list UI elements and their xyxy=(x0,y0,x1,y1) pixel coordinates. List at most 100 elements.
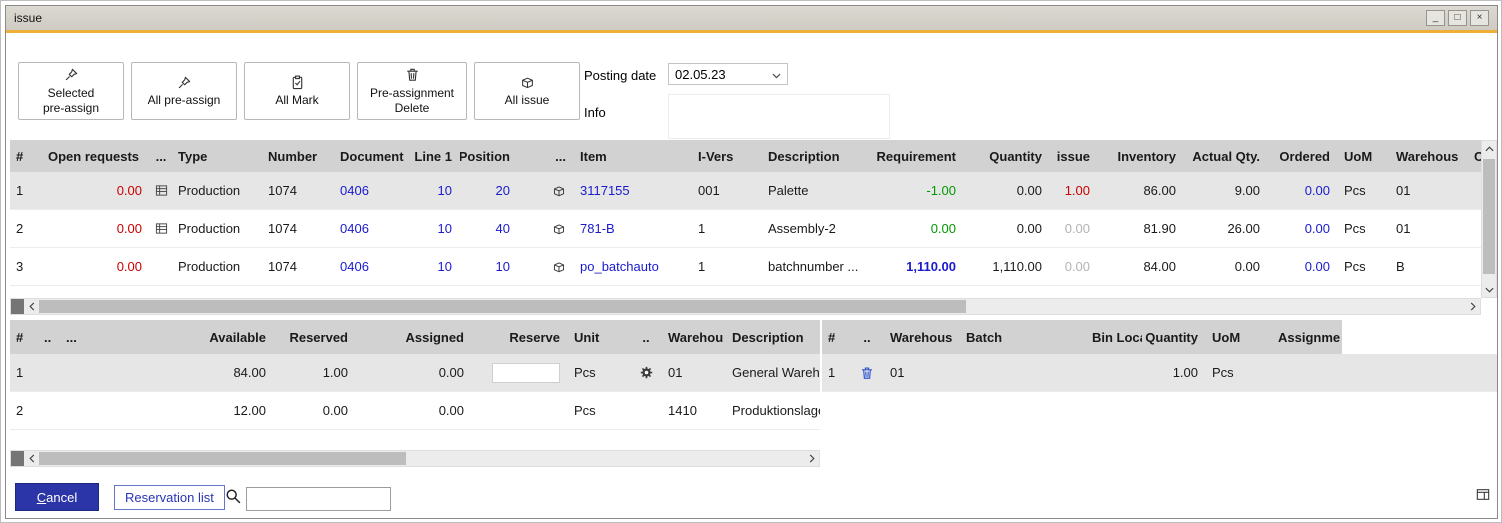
column-header-issue[interactable]: issue xyxy=(1050,140,1098,172)
maximize-button[interactable]: □ xyxy=(1448,10,1467,26)
column-header-quantity[interactable]: Quantity xyxy=(1142,320,1206,354)
vertical-scroll-track[interactable] xyxy=(1482,156,1496,282)
availability-horizontal-scrollbar[interactable] xyxy=(10,450,820,467)
scrollbar-splitter[interactable] xyxy=(11,451,24,466)
table-row[interactable]: 1011.00Pcs xyxy=(822,354,1497,392)
column-header-warehouse[interactable]: Warehous xyxy=(1390,140,1468,172)
scroll-right-icon[interactable] xyxy=(1465,299,1480,314)
column-header-requirement[interactable]: Requirement xyxy=(872,140,964,172)
column-header-available[interactable]: Available xyxy=(84,320,274,354)
gear-icon[interactable] xyxy=(630,354,662,391)
column-header-open-requests[interactable]: Open requests xyxy=(42,140,150,172)
column-header-assigned[interactable]: Assigned xyxy=(356,320,472,354)
main-vertical-scrollbar[interactable] xyxy=(1481,140,1497,298)
scrollbar-splitter[interactable] xyxy=(11,299,24,314)
item-link[interactable]: po_batchauto xyxy=(574,248,692,285)
column-header-item-version[interactable]: I-Vers xyxy=(692,140,762,172)
reserve-input[interactable] xyxy=(492,363,560,383)
column-header-description[interactable]: Description xyxy=(762,140,872,172)
column-header-number[interactable]: Number xyxy=(262,140,334,172)
trash-blue-icon[interactable] xyxy=(850,354,884,391)
table-row[interactable]: 10.00Production1074040610203117155001Pal… xyxy=(10,172,1481,210)
close-button[interactable]: × xyxy=(1470,10,1489,26)
column-header-document-link[interactable]: Document xyxy=(334,140,406,172)
column-header-dots-column[interactable]: ... xyxy=(60,320,84,354)
position-link[interactable]: 10 xyxy=(460,248,518,285)
main-horizontal-scrollbar[interactable] xyxy=(10,298,1481,315)
pre-assignment-delete-label: Pre-assignment Delete xyxy=(370,86,454,116)
column-header-extra[interactable]: C xyxy=(1468,140,1481,172)
column-header-ordered[interactable]: Ordered xyxy=(1268,140,1338,172)
row-number: 1 xyxy=(10,172,42,209)
column-header-delete-icon[interactable]: .. xyxy=(850,320,884,354)
cancel-button[interactable]: Cancel xyxy=(15,483,99,511)
scroll-left-icon[interactable] xyxy=(24,299,39,314)
scroll-down-icon[interactable] xyxy=(1482,282,1496,297)
column-header-unit[interactable]: Unit xyxy=(568,320,630,354)
column-header-reserve[interactable]: Reserve xyxy=(472,320,568,354)
pre-assignment-delete-button[interactable]: Pre-assignment Delete xyxy=(357,62,467,120)
column-header-row-number[interactable]: # xyxy=(10,320,38,354)
item-link[interactable]: 3117155 xyxy=(574,172,692,209)
column-header-item-link[interactable]: Item xyxy=(574,140,692,172)
search-input[interactable] xyxy=(246,487,391,511)
horizontal-scroll-track[interactable] xyxy=(39,451,804,466)
table-row[interactable]: 30.00Production107404061010po_batchauto1… xyxy=(10,248,1481,286)
scroll-up-icon[interactable] xyxy=(1482,141,1496,156)
title-bar[interactable]: issue _ □ × xyxy=(6,6,1497,30)
line-link[interactable]: 10 xyxy=(406,210,460,247)
column-header-bin-location[interactable]: Bin Loca xyxy=(1086,320,1142,354)
column-header-type-icon[interactable]: ... xyxy=(150,140,172,172)
scroll-left-icon[interactable] xyxy=(24,451,39,466)
available: 12.00 xyxy=(84,392,274,429)
column-header-quantity[interactable]: Quantity xyxy=(964,140,1050,172)
column-header-uom[interactable]: UoM xyxy=(1206,320,1272,354)
reservation-list-button[interactable]: Reservation list xyxy=(114,485,225,510)
column-header-warehouse[interactable]: Warehous xyxy=(884,320,960,354)
description: Produktionslage xyxy=(726,392,820,429)
column-header-item-icon[interactable]: ... xyxy=(518,140,574,172)
document-link[interactable]: 0406 xyxy=(334,248,406,285)
horizontal-scroll-track[interactable] xyxy=(39,299,1465,314)
column-header-line-link[interactable]: Line 1 xyxy=(406,140,460,172)
horizontal-scroll-thumb[interactable] xyxy=(39,300,966,313)
line-link[interactable]: 10 xyxy=(406,248,460,285)
column-header-gear-icon[interactable]: .. xyxy=(630,320,662,354)
position-link[interactable]: 20 xyxy=(460,172,518,209)
table-row[interactable]: 20.00Production107404061040781-B1Assembl… xyxy=(10,210,1481,248)
description: General Wareho xyxy=(726,354,820,391)
column-header-inventory[interactable]: Inventory xyxy=(1098,140,1184,172)
all-pre-assign-button[interactable]: All pre-assign xyxy=(131,62,237,120)
column-header-row-number[interactable]: # xyxy=(822,320,850,354)
column-header-assignment[interactable]: Assignme xyxy=(1272,320,1342,354)
column-header-uom[interactable]: UoM xyxy=(1338,140,1390,172)
column-header-row-number[interactable]: # xyxy=(10,140,42,172)
column-header-dots-column[interactable]: .. xyxy=(38,320,60,354)
vertical-scroll-thumb[interactable] xyxy=(1483,159,1495,275)
line-link[interactable]: 10 xyxy=(406,172,460,209)
scroll-right-icon[interactable] xyxy=(804,451,819,466)
column-header-warehouse[interactable]: Warehou xyxy=(662,320,726,354)
document-link[interactable]: 0406 xyxy=(334,210,406,247)
column-header-type[interactable]: Type xyxy=(172,140,262,172)
column-header-reserved[interactable]: Reserved xyxy=(274,320,356,354)
column-header-batch[interactable]: Batch xyxy=(960,320,1086,354)
position-link[interactable]: 40 xyxy=(460,210,518,247)
selected-pre-assign-button[interactable]: Selected pre-assign xyxy=(18,62,124,120)
column-header-actual-qty[interactable]: Actual Qty. xyxy=(1184,140,1268,172)
form-settings-icon[interactable] xyxy=(1476,488,1490,506)
document-link[interactable]: 0406 xyxy=(334,172,406,209)
item-link[interactable]: 781-B xyxy=(574,210,692,247)
posting-date-select[interactable]: 02.05.23 xyxy=(668,63,788,85)
horizontal-scroll-thumb[interactable] xyxy=(39,452,406,465)
package-icon xyxy=(520,74,535,90)
table-row[interactable]: 212.000.000.00Pcs1410Produktionslage xyxy=(10,392,820,430)
search-icon[interactable] xyxy=(225,488,242,510)
info-input[interactable] xyxy=(668,94,890,139)
all-issue-button[interactable]: All issue xyxy=(474,62,580,120)
column-header-position-link[interactable]: Position xyxy=(460,140,518,172)
all-mark-button[interactable]: All Mark xyxy=(244,62,350,120)
column-header-description[interactable]: Description xyxy=(726,320,820,354)
minimize-button[interactable]: _ xyxy=(1426,10,1445,26)
table-row[interactable]: 184.001.000.00Pcs01General Wareho xyxy=(10,354,820,392)
